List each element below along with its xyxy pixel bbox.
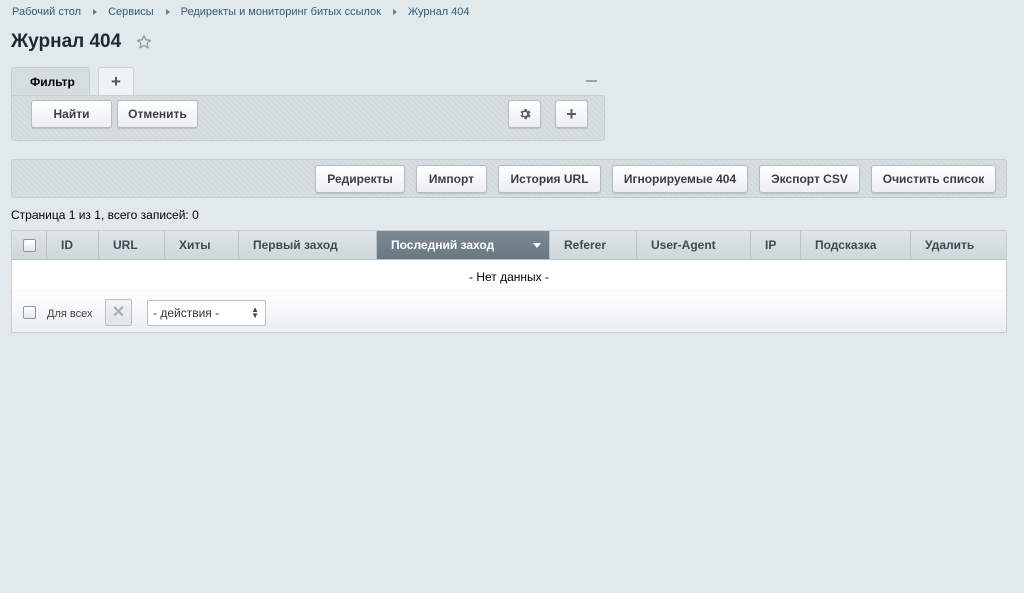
cancel-button[interactable]: Отменить — [117, 100, 198, 128]
column-header-last-visit-label: Последний заход — [391, 238, 495, 252]
filter-tab[interactable]: Фильтр — [11, 67, 90, 97]
column-header-first-visit[interactable]: Первый заход — [239, 231, 377, 259]
breadcrumb-item-journal[interactable]: Журнал 404 — [408, 6, 470, 18]
column-header-last-visit[interactable]: Последний заход — [377, 231, 550, 259]
column-header-user-agent[interactable]: User-Agent — [637, 231, 751, 259]
star-icon[interactable] — [135, 33, 153, 51]
page-header: Журнал 404 — [11, 31, 153, 53]
filter-minimize-icon[interactable] — [586, 80, 597, 82]
export-csv-button[interactable]: Экспорт CSV — [759, 165, 860, 193]
gear-icon — [520, 108, 531, 120]
table-header: ID URL Хиты Первый заход Последний заход… — [12, 231, 1006, 260]
toolbar: Редиректы Импорт История URL Игнорируемы… — [11, 159, 1007, 198]
breadcrumb-item-services[interactable]: Сервисы — [108, 6, 154, 18]
delete-selected-button[interactable]: ✕ — [105, 299, 132, 326]
column-header-referer[interactable]: Referer — [550, 231, 637, 259]
breadcrumb-item-desktop[interactable]: Рабочий стол — [12, 6, 81, 18]
find-button[interactable]: Найти — [31, 100, 112, 128]
redirects-button[interactable]: Редиректы — [315, 165, 405, 193]
select-all-checkbox[interactable] — [23, 238, 36, 252]
actions-select-value: - действия - — [153, 306, 220, 320]
filter-panel: Найти Отменить + — [11, 95, 605, 141]
data-table: ID URL Хиты Первый заход Последний заход… — [11, 230, 1007, 333]
column-header-url[interactable]: URL — [99, 231, 165, 259]
page-title: Журнал 404 — [11, 31, 122, 52]
filter-add-field-button[interactable]: + — [555, 100, 588, 128]
clear-list-button[interactable]: Очистить список — [871, 165, 996, 193]
for-all-checkbox[interactable] — [23, 306, 36, 319]
import-button[interactable]: Импорт — [416, 165, 487, 193]
breadcrumb-separator-icon — [93, 9, 98, 15]
breadcrumb-separator-icon — [392, 9, 397, 15]
column-header-hint[interactable]: Подсказка — [801, 231, 911, 259]
select-all-column — [12, 231, 47, 259]
actions-select[interactable]: - действия - ▲ ▼ — [147, 300, 266, 326]
column-header-hits[interactable]: Хиты — [165, 231, 239, 259]
close-icon: ✕ — [111, 304, 126, 321]
empty-state: - Нет данных - — [469, 270, 549, 284]
pagination-info: Страница 1 из 1, всего записей: 0 — [11, 208, 199, 222]
filter-settings-button[interactable] — [508, 100, 541, 128]
select-arrows-icon: ▲ ▼ — [251, 305, 259, 320]
url-history-button[interactable]: История URL — [498, 165, 601, 193]
table-footer: Для всех ✕ - действия - ▲ ▼ — [12, 291, 1006, 332]
column-header-ip[interactable]: IP — [751, 231, 801, 259]
breadcrumb: Рабочий стол Сервисы Редиректы и монитор… — [12, 6, 470, 18]
column-header-id[interactable]: ID — [47, 231, 99, 259]
column-header-delete[interactable]: Удалить — [911, 231, 1006, 259]
sort-down-icon — [533, 243, 541, 248]
filter-add-tab-button[interactable]: + — [98, 67, 134, 95]
breadcrumb-item-redirects[interactable]: Редиректы и мониторинг битых ссылок — [181, 6, 381, 18]
ignored-404-button[interactable]: Игнорируемые 404 — [612, 165, 748, 193]
for-all-label: Для всех — [47, 308, 93, 320]
breadcrumb-separator-icon — [165, 9, 170, 15]
